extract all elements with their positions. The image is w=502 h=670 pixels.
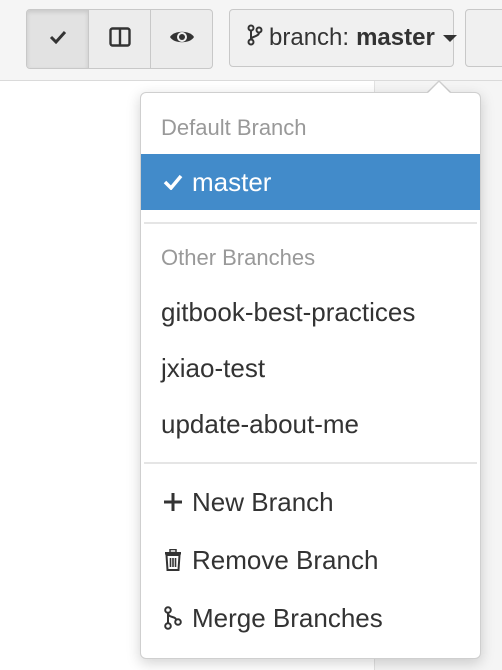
plus-icon [161, 492, 185, 512]
toolbar: branch: master [0, 0, 502, 81]
branch-dropdown-menu: Default Branch master Other Branches git… [140, 92, 481, 659]
checkmark-icon [49, 30, 67, 49]
branch-item-gitbook-best-practices[interactable]: gitbook-best-practices [141, 284, 480, 340]
new-branch-button[interactable]: New Branch [141, 474, 480, 530]
new-branch-label: New Branch [192, 486, 334, 517]
merge-branches-label: Merge Branches [192, 602, 383, 633]
merge-icon [161, 606, 185, 630]
branch-item-label: update-about-me [161, 408, 360, 439]
branch-item-jxiao-test[interactable]: jxiao-test [141, 340, 480, 396]
toolbar-next-button[interactable] [465, 9, 502, 67]
trash-icon [161, 549, 185, 571]
branch-selector-button[interactable]: branch: master [229, 9, 457, 67]
preview-checkmark-button[interactable] [27, 10, 89, 68]
git-branch-icon [247, 24, 263, 53]
branch-label-prefix: branch: [269, 24, 350, 51]
eye-icon [169, 28, 195, 51]
branch-item-master[interactable]: master [141, 154, 480, 210]
merge-branches-button[interactable]: Merge Branches [141, 590, 480, 646]
split-view-icon [108, 26, 131, 52]
remove-branch-label: Remove Branch [192, 544, 379, 575]
branch-item-update-about-me[interactable]: update-about-me [141, 396, 480, 452]
branch-item-label: gitbook-best-practices [161, 296, 416, 327]
branch-item-label: master [192, 166, 272, 197]
divider [144, 462, 477, 464]
view-mode-button-group [26, 9, 213, 69]
divider [144, 222, 477, 224]
other-branches-header: Other Branches [161, 245, 316, 270]
remove-branch-button[interactable]: Remove Branch [141, 532, 480, 588]
current-branch-name: master [356, 24, 435, 51]
checkmark-icon [161, 174, 185, 190]
dropdown-arrow-fill [427, 82, 451, 94]
split-view-button[interactable] [89, 10, 151, 68]
branch-item-label: jxiao-test [161, 352, 266, 383]
default-branch-header: Default Branch [161, 115, 307, 140]
caret-down-icon [442, 34, 457, 42]
preview-eye-button[interactable] [151, 10, 212, 68]
